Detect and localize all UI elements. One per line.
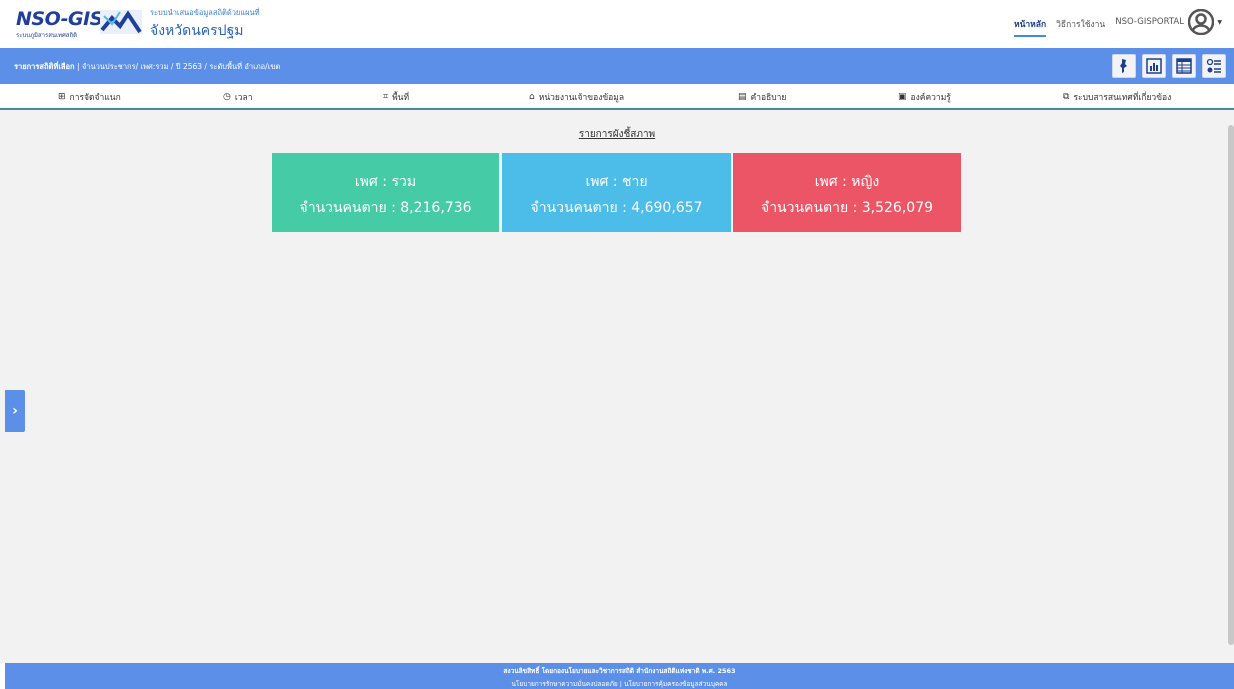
related-systems-icon: ⧉ bbox=[1063, 92, 1070, 102]
menu-knowledge[interactable]: ▣ องค์ความรู้ bbox=[898, 90, 951, 104]
map-view-button[interactable] bbox=[1112, 54, 1136, 78]
institution-icon: ⌂ bbox=[529, 92, 535, 102]
logo-graph-icon bbox=[100, 10, 142, 34]
top-nav: หน้าหลัก วิธีการใช้งาน NSO-GISPORTAL bbox=[1013, 17, 1184, 37]
card-male-sex: เพศ : ชาย bbox=[585, 174, 648, 190]
menu-description[interactable]: ▤ คำอธิบาย bbox=[738, 90, 786, 104]
breadcrumb-label: รายการสถิติที่เลือก bbox=[14, 62, 75, 71]
selection-bar: รายการสถิติที่เลือก | จำนวนประชากร/ เพศ:… bbox=[0, 48, 1234, 84]
clock-icon: ◷ bbox=[223, 92, 231, 102]
site-title: จังหวัดนครปฐม bbox=[150, 23, 244, 39]
menu-related-systems-label: ระบบสารสนเทศที่เกี่ยวข้อง bbox=[1073, 93, 1172, 103]
indicator-card-male[interactable]: เพศ : ชาย จำนวนคนตาย : 4,690,657 bbox=[502, 153, 731, 232]
nav-gisportal[interactable]: NSO-GISPORTAL bbox=[1115, 17, 1184, 37]
scrollbar-thumb[interactable] bbox=[1228, 125, 1234, 645]
footer: สงวนลิขสิทธิ์ โดยกองนโยบายและวิชาการสถิต… bbox=[5, 663, 1234, 689]
menu-data-owner[interactable]: ⌂ หน่วยงานเจ้าของข้อมูล bbox=[529, 90, 624, 104]
card-male-value: จำนวนคนตาย : 4,690,657 bbox=[530, 200, 703, 216]
nso-gis-logo[interactable]: NSO-GIS ระบบภูมิสารสนเทศสถิติ bbox=[14, 6, 144, 42]
menu-related-systems[interactable]: ⧉ ระบบสารสนเทศที่เกี่ยวข้อง bbox=[1063, 90, 1171, 104]
card-total-value: จำนวนคนตาย : 8,216,736 bbox=[299, 200, 472, 216]
nav-home[interactable]: หน้าหลัก bbox=[1013, 17, 1047, 37]
indicator-card-total[interactable]: เพศ : รวม จำนวนคนตาย : 8,216,736 bbox=[272, 153, 499, 232]
menu-time-label: เวลา bbox=[234, 93, 253, 103]
site-subtitle: ระบบนำเสนอข้อมูลสถิติด้วยแผนที่ bbox=[150, 8, 260, 17]
menu-knowledge-label: องค์ความรู้ bbox=[910, 93, 951, 103]
card-female-value: จำนวนคนตาย : 3,526,079 bbox=[760, 200, 934, 216]
menu-bar: ⊞ การจัดจำแนก ◷ เวลา ⌗ พื้นที่ ⌂ หน่วยงา… bbox=[0, 84, 1234, 110]
menu-area-label: พื้นที่ bbox=[392, 93, 410, 103]
description-icon: ▤ bbox=[738, 92, 747, 102]
knowledge-icon: ▣ bbox=[898, 92, 907, 102]
user-avatar-icon[interactable] bbox=[1188, 9, 1214, 35]
list-view-button[interactable] bbox=[1202, 54, 1226, 78]
sidebar-toggle-button[interactable]: › bbox=[5, 390, 25, 432]
nav-how-to-use[interactable]: วิธีการใช้งาน bbox=[1056, 17, 1105, 37]
chart-view-button[interactable] bbox=[1142, 54, 1166, 78]
indicator-card-female[interactable]: เพศ : หญิง จำนวนคนตาย : 3,526,079 bbox=[733, 153, 961, 232]
breadcrumb-path: | จำนวนประชากร/ เพศ:รวม / ปี 2563 / ระดั… bbox=[74, 62, 281, 71]
footer-copyright: สงวนลิขสิทธิ์ โดยกองนโยบายและวิชาการสถิต… bbox=[503, 667, 736, 675]
table-view-button[interactable] bbox=[1172, 54, 1196, 78]
card-female-sex: เพศ : หญิง bbox=[814, 174, 880, 190]
footer-policy-links[interactable]: นโยบายการรักษาความมั่นคงปลอดภัย | นโยบาย… bbox=[5, 679, 1234, 689]
view-buttons bbox=[1112, 54, 1226, 78]
breadcrumb: รายการสถิติที่เลือก | จำนวนประชากร/ เพศ:… bbox=[14, 61, 280, 73]
table-view-icon bbox=[1176, 58, 1192, 74]
chevron-down-icon[interactable]: ▼ bbox=[1217, 19, 1222, 26]
menu-time[interactable]: ◷ เวลา bbox=[223, 90, 253, 104]
logo-text: NSO-GIS bbox=[16, 8, 103, 30]
chevron-right-icon: › bbox=[12, 403, 18, 419]
menu-description-label: คำอธิบาย bbox=[750, 93, 787, 103]
section-title: รายการผังชี้สภาพ bbox=[578, 129, 656, 140]
menu-classification-label: การจัดจำแนก bbox=[69, 93, 121, 103]
menu-data-owner-label: หน่วยงานเจ้าของข้อมูล bbox=[538, 93, 625, 103]
chart-view-icon bbox=[1146, 58, 1162, 74]
list-view-icon bbox=[1206, 58, 1221, 73]
header: NSO-GIS ระบบภูมิสารสนเทศสถิติ ระบบนำเสนอ… bbox=[0, 0, 1234, 48]
map-view-icon bbox=[1120, 59, 1127, 73]
logo-subtext: ระบบภูมิสารสนเทศสถิติ bbox=[16, 32, 77, 39]
menu-classification[interactable]: ⊞ การจัดจำแนก bbox=[58, 90, 121, 104]
area-icon: ⌗ bbox=[383, 92, 389, 102]
menu-area[interactable]: ⌗ พื้นที่ bbox=[383, 90, 409, 104]
sitemap-icon: ⊞ bbox=[58, 92, 66, 102]
card-total-sex: เพศ : รวม bbox=[354, 174, 417, 190]
